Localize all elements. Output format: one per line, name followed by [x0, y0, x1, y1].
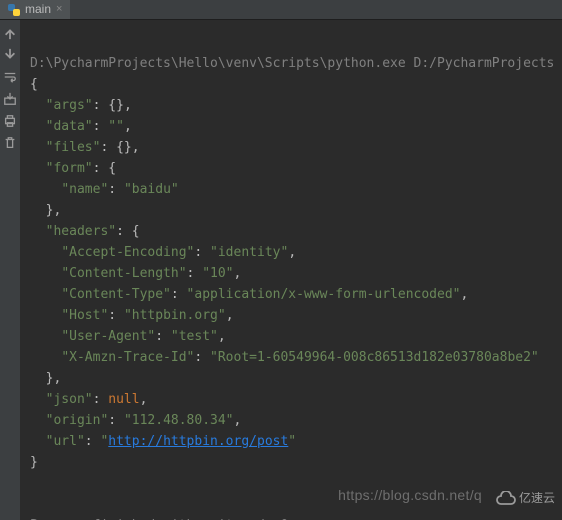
python-icon	[8, 4, 20, 16]
trash-icon[interactable]	[3, 136, 17, 150]
cloud-icon	[495, 491, 517, 507]
exec-path-line: D:\PycharmProjects\Hello\venv\Scripts\py…	[30, 56, 554, 71]
print-icon[interactable]	[3, 114, 17, 128]
tab-close-icon[interactable]: ×	[56, 0, 62, 20]
arrow-down-icon[interactable]	[3, 48, 17, 62]
wrap-icon[interactable]	[3, 70, 17, 84]
tab-main[interactable]: main ×	[0, 0, 70, 19]
arrow-up-icon[interactable]	[3, 26, 17, 40]
tab-bar: main ×	[0, 0, 562, 20]
url-link[interactable]: http://httpbin.org/post	[108, 434, 288, 449]
export-icon[interactable]	[3, 92, 17, 106]
action-gutter	[0, 20, 20, 520]
watermark-brand: 亿速云	[495, 488, 555, 509]
console-output: D:\PycharmProjects\Hello\venv\Scripts\py…	[20, 20, 562, 520]
tab-label: main	[25, 0, 51, 20]
watermark-url: https://blog.csdn.net/q	[338, 485, 482, 506]
